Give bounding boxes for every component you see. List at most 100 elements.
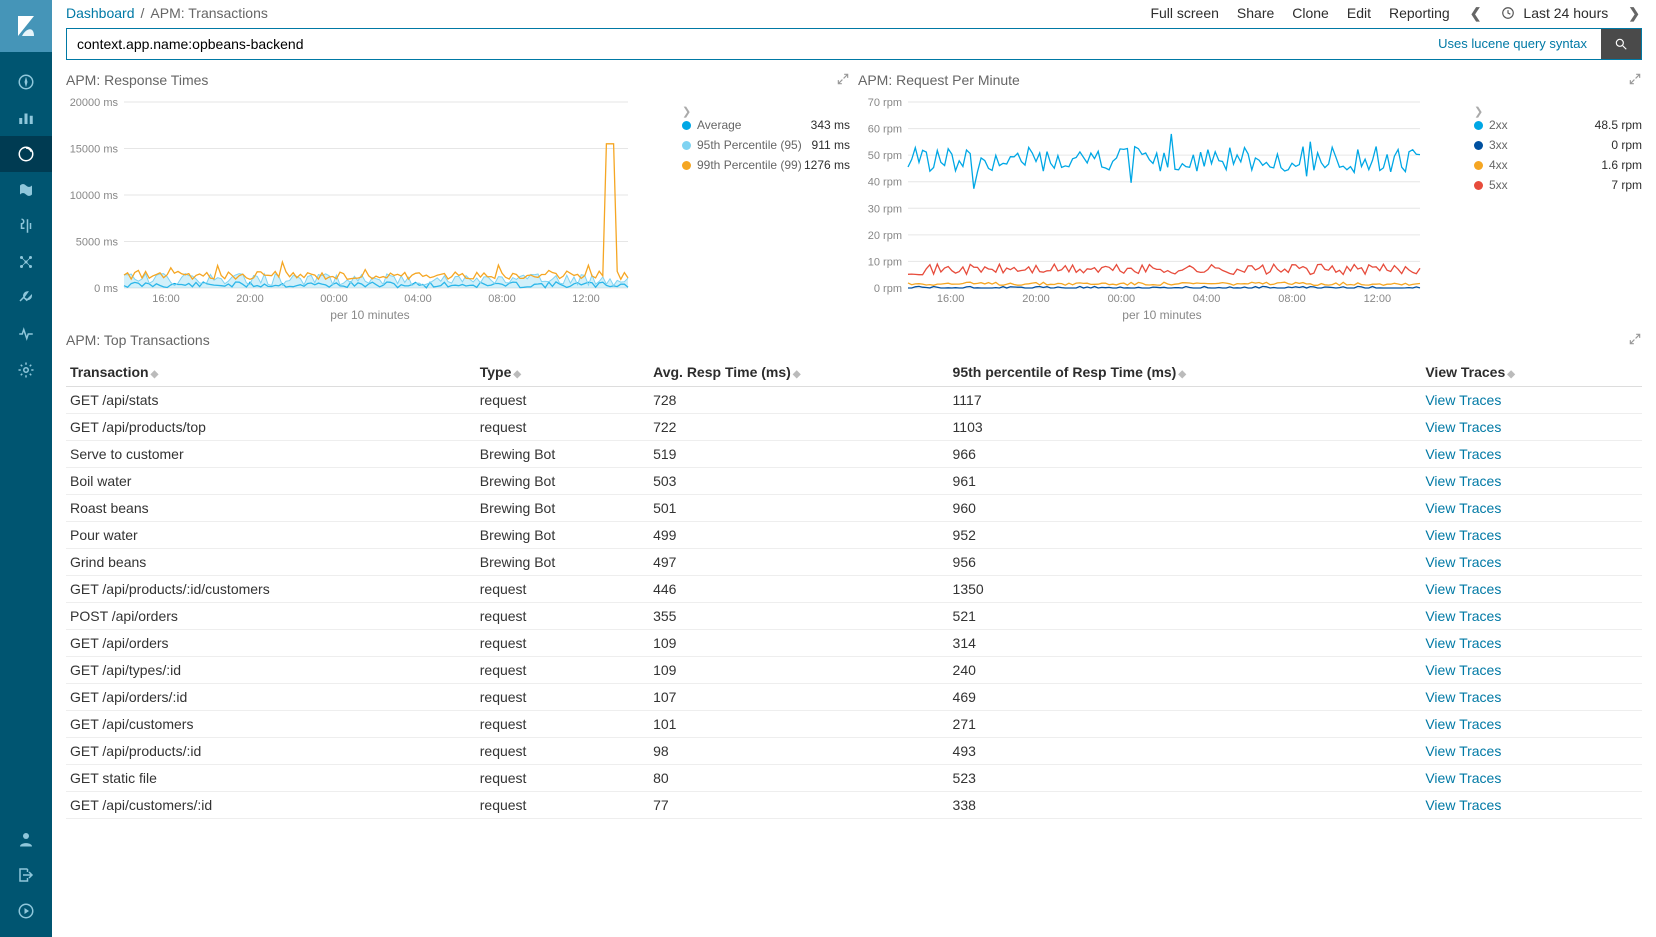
nav-user[interactable] (0, 821, 52, 857)
svg-text:00:00: 00:00 (1108, 293, 1136, 305)
clone-button[interactable]: Clone (1292, 5, 1329, 21)
view-traces-link[interactable]: View Traces (1425, 554, 1501, 570)
svg-text:12:00: 12:00 (572, 293, 600, 305)
legend-value: 1.6 rpm (1601, 158, 1642, 172)
legend-value: 343 ms (811, 118, 850, 132)
col-traces[interactable]: View Traces◆ (1421, 358, 1642, 387)
cell-avg: 77 (649, 792, 948, 819)
view-traces-link[interactable]: View Traces (1425, 527, 1501, 543)
legend-toggle[interactable]: ❯ (682, 106, 695, 118)
table-row: Serve to customerBrewing Bot519966View T… (66, 441, 1642, 468)
view-traces-link[interactable]: View Traces (1425, 419, 1501, 435)
legend-item[interactable]: 99th Percentile (99)1276 ms (682, 158, 850, 172)
view-traces-link[interactable]: View Traces (1425, 581, 1501, 597)
table-row: GET /api/products/toprequest7221103View … (66, 414, 1642, 441)
legend-item[interactable]: 4xx1.6 rpm (1474, 158, 1642, 172)
fullscreen-button[interactable]: Full screen (1150, 5, 1218, 21)
col-transaction[interactable]: Transaction◆ (66, 358, 476, 387)
panel-expand-button[interactable] (1628, 72, 1642, 89)
panel-expand-button[interactable] (836, 72, 850, 89)
breadcrumb-root[interactable]: Dashboard (66, 5, 135, 21)
legend-item[interactable]: 95th Percentile (95)911 ms (682, 138, 850, 152)
nav-devtools[interactable] (0, 280, 52, 316)
edit-button[interactable]: Edit (1347, 5, 1371, 21)
nav-discover[interactable] (0, 64, 52, 100)
view-traces-link[interactable]: View Traces (1425, 770, 1501, 786)
table-row: GET /api/orders/:idrequest107469View Tra… (66, 684, 1642, 711)
cell-type: request (476, 414, 649, 441)
cell-p95: 966 (949, 441, 1422, 468)
panel-top-transactions: APM: Top Transactions Transaction◆ Type◆… (62, 322, 1646, 819)
kibana-logo[interactable] (0, 0, 52, 52)
svg-text:20:00: 20:00 (236, 293, 264, 305)
cell-avg: 497 (649, 549, 948, 576)
svg-text:20000 ms: 20000 ms (70, 97, 119, 109)
view-traces-link[interactable]: View Traces (1425, 500, 1501, 516)
svg-text:60 rpm: 60 rpm (868, 124, 902, 136)
response-time-chart[interactable]: 0 ms5000 ms10000 ms15000 ms20000 ms16:00… (66, 96, 636, 306)
cell-type: Brewing Bot (476, 468, 649, 495)
cell-type: Brewing Bot (476, 495, 649, 522)
time-range[interactable]: Last 24 hours (1501, 5, 1608, 21)
svg-text:30 rpm: 30 rpm (868, 203, 902, 215)
legend-dot (1474, 161, 1483, 170)
view-traces-link[interactable]: View Traces (1425, 716, 1501, 732)
legend-item[interactable]: 2xx48.5 rpm (1474, 118, 1642, 132)
cell-avg: 109 (649, 630, 948, 657)
cell-transaction: Serve to customer (66, 441, 476, 468)
view-traces-link[interactable]: View Traces (1425, 473, 1501, 489)
share-button[interactable]: Share (1237, 5, 1274, 21)
view-traces-link[interactable]: View Traces (1425, 635, 1501, 651)
reporting-button[interactable]: Reporting (1389, 5, 1450, 21)
sort-icon: ◆ (151, 369, 159, 380)
nav-dashboard[interactable] (0, 136, 52, 172)
nav-timelion[interactable] (0, 172, 52, 208)
topbar: Dashboard / APM: Transactions Full scree… (62, 0, 1646, 26)
view-traces-link[interactable]: View Traces (1425, 662, 1501, 678)
cell-traces: View Traces (1421, 522, 1642, 549)
view-traces-link[interactable]: View Traces (1425, 743, 1501, 759)
nav-apm[interactable] (0, 208, 52, 244)
nav-collapse[interactable] (0, 893, 52, 929)
cell-p95: 240 (949, 657, 1422, 684)
query-submit-button[interactable] (1601, 29, 1641, 59)
cell-avg: 80 (649, 765, 948, 792)
nav-monitoring[interactable] (0, 316, 52, 352)
cell-transaction: GET /api/products/top (66, 414, 476, 441)
col-p95[interactable]: 95th percentile of Resp Time (ms)◆ (949, 358, 1422, 387)
nav-logout[interactable] (0, 857, 52, 893)
table-row: Roast beansBrewing Bot501960View Traces (66, 495, 1642, 522)
legend-item[interactable]: 5xx7 rpm (1474, 178, 1642, 192)
view-traces-link[interactable]: View Traces (1425, 446, 1501, 462)
legend-name: 95th Percentile (95) (697, 138, 812, 152)
legend-item[interactable]: 3xx0 rpm (1474, 138, 1642, 152)
legend-item[interactable]: Average343 ms (682, 118, 850, 132)
svg-text:04:00: 04:00 (1193, 293, 1221, 305)
view-traces-link[interactable]: View Traces (1425, 608, 1501, 624)
cell-p95: 521 (949, 603, 1422, 630)
cell-transaction: GET /api/stats (66, 387, 476, 414)
query-syntax-hint[interactable]: Uses lucene query syntax (1424, 29, 1601, 59)
nav-visualize[interactable] (0, 100, 52, 136)
view-traces-link[interactable]: View Traces (1425, 392, 1501, 408)
nav-management[interactable] (0, 352, 52, 388)
time-next-button[interactable]: ❯ (1626, 5, 1642, 22)
nav-graph[interactable] (0, 244, 52, 280)
view-traces-link[interactable]: View Traces (1425, 797, 1501, 813)
panel-expand-button[interactable] (1628, 332, 1642, 349)
col-avg[interactable]: Avg. Resp Time (ms)◆ (649, 358, 948, 387)
svg-text:15000 ms: 15000 ms (70, 144, 119, 156)
cell-type: request (476, 738, 649, 765)
legend-toggle[interactable]: ❯ (1474, 106, 1487, 118)
svg-text:08:00: 08:00 (1278, 293, 1306, 305)
cell-avg: 101 (649, 711, 948, 738)
col-type[interactable]: Type◆ (476, 358, 649, 387)
view-traces-link[interactable]: View Traces (1425, 689, 1501, 705)
query-input[interactable] (67, 29, 1424, 59)
legend-name: 99th Percentile (99) (697, 158, 804, 172)
time-prev-button[interactable]: ❮ (1468, 5, 1484, 22)
rpm-chart[interactable]: 0 rpm10 rpm20 rpm30 rpm40 rpm50 rpm60 rp… (858, 96, 1428, 306)
legend-value: 7 rpm (1611, 178, 1642, 192)
expand-icon (1628, 72, 1642, 86)
legend-dot (1474, 181, 1483, 190)
